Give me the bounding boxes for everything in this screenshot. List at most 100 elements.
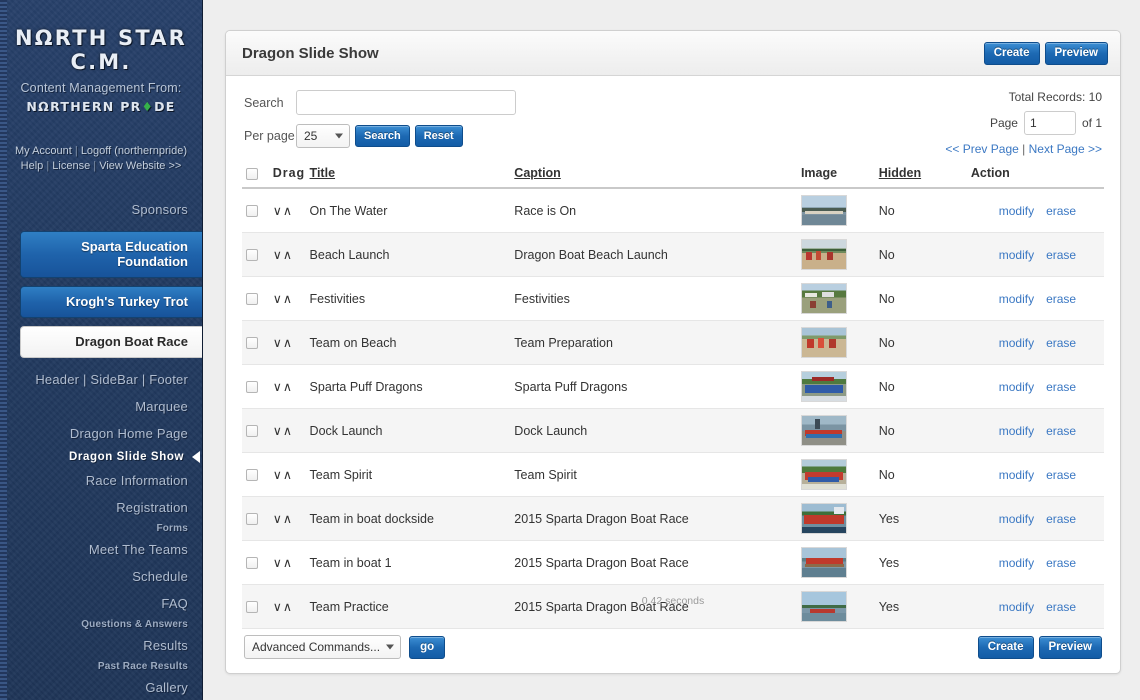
row-checkbox[interactable] <box>246 293 258 306</box>
prev-page-link[interactable]: << Prev Page <box>945 142 1018 156</box>
row-checkbox[interactable] <box>246 205 258 218</box>
preview-button-bottom[interactable]: Preview <box>1038 635 1102 659</box>
row-checkbox[interactable] <box>246 425 258 438</box>
modify-link[interactable]: modify <box>999 248 1034 262</box>
table-row: ∨∧ Dock Launch Dock Launch No modify erase <box>242 408 1104 453</box>
view-website-link[interactable]: View Website >> <box>99 160 181 172</box>
thumbnail-detail <box>833 506 845 514</box>
sidebar-item-label: FAQ <box>161 596 188 611</box>
row-thumbnail[interactable] <box>800 459 847 490</box>
modify-link[interactable]: modify <box>999 292 1034 306</box>
search-button[interactable]: Search <box>355 125 410 147</box>
advanced-commands-select[interactable]: Advanced Commands... <box>244 635 402 659</box>
sidebar-item-questions-answers[interactable]: Questions & Answers <box>0 617 202 632</box>
row-thumbnail[interactable] <box>800 327 847 358</box>
hidden-header-label[interactable]: Hidden <box>879 166 921 180</box>
row-select-cell <box>242 365 273 409</box>
create-button-bottom[interactable]: Create <box>977 635 1034 659</box>
row-checkbox[interactable] <box>246 557 258 570</box>
erase-link[interactable]: erase <box>1046 336 1076 350</box>
link-separator: | <box>74 145 78 157</box>
preview-button-top[interactable]: Preview <box>1044 41 1108 65</box>
reset-button[interactable]: Reset <box>414 125 463 147</box>
erase-link[interactable]: erase <box>1046 248 1076 262</box>
sidebar-item-dragon-slide-show[interactable]: Dragon Slide Show <box>0 447 202 467</box>
row-thumbnail[interactable] <box>800 283 847 314</box>
row-checkbox[interactable] <box>246 337 258 350</box>
logo-brand: NΩRTHERN PR♦DE <box>0 99 202 114</box>
row-select-cell <box>242 409 273 453</box>
drag-handle-icon[interactable]: ∨∧ <box>273 188 310 233</box>
row-checkbox[interactable] <box>246 381 258 394</box>
search-input[interactable] <box>296 90 516 115</box>
row-checkbox[interactable] <box>246 513 258 526</box>
modify-link[interactable]: modify <box>999 556 1034 570</box>
table-row: ∨∧ Beach Launch Dragon Boat Beach Launch No… <box>242 232 1104 277</box>
erase-link[interactable]: erase <box>1046 556 1076 570</box>
sidebar-item-dragon-home-page[interactable]: Dragon Home Page <box>0 420 202 447</box>
sidebar-item-registration[interactable]: Registration <box>0 494 202 521</box>
modify-link[interactable]: modify <box>999 468 1034 482</box>
row-image-cell <box>800 541 879 585</box>
license-link[interactable]: License <box>52 160 90 172</box>
per-page-select[interactable]: 25 <box>296 124 350 148</box>
drag-handle-icon[interactable]: ∨∧ <box>273 409 310 453</box>
row-thumbnail[interactable] <box>800 195 847 226</box>
select-all-checkbox[interactable] <box>246 167 258 180</box>
hidden-header[interactable]: Hidden <box>878 162 971 189</box>
drag-handle-icon[interactable]: ∨∧ <box>273 365 310 409</box>
erase-link[interactable]: erase <box>1046 204 1076 218</box>
sidebar-item-race-information[interactable]: Race Information <box>0 467 202 494</box>
title-header-label[interactable]: Title <box>310 166 335 180</box>
sidebar-item-gallery[interactable]: Gallery <box>0 674 202 700</box>
sidebar-item-marquee[interactable]: Marquee <box>0 393 202 420</box>
drag-handle-icon[interactable]: ∨∧ <box>273 541 310 585</box>
logoff-link[interactable]: Logoff (northernpride) <box>81 145 187 157</box>
sidebar-item-header-sidebar-footer[interactable]: Header | SideBar | Footer <box>0 366 202 393</box>
sidebar-item-forms[interactable]: Forms <box>0 521 202 536</box>
erase-link[interactable]: erase <box>1046 512 1076 526</box>
row-thumbnail[interactable] <box>800 239 847 270</box>
sidebar-item-krogh-s-turkey-trot[interactable]: Krogh's Turkey Trot <box>20 286 202 318</box>
sidebar-item-results[interactable]: Results <box>0 632 202 659</box>
sidebar-item-faq[interactable]: FAQ <box>0 590 202 617</box>
modify-link[interactable]: modify <box>999 336 1034 350</box>
sidebar-item-sparta-education-foundation[interactable]: Sparta Education Foundation <box>20 231 202 278</box>
row-checkbox[interactable] <box>246 249 258 262</box>
row-image-cell <box>800 453 879 497</box>
sidebar-item-schedule[interactable]: Schedule <box>0 563 202 590</box>
help-link[interactable]: Help <box>21 160 44 172</box>
sidebar-item-label: Sponsors <box>131 202 188 217</box>
sidebar-item-sponsors[interactable]: Sponsors <box>0 196 202 223</box>
erase-link[interactable]: erase <box>1046 380 1076 394</box>
drag-handle-icon[interactable]: ∨∧ <box>273 497 310 541</box>
sidebar-item-dragon-boat-race[interactable]: Dragon Boat Race <box>20 326 202 358</box>
row-title: Team in boat dockside <box>309 511 434 526</box>
page-input[interactable] <box>1023 111 1076 135</box>
create-button-top[interactable]: Create <box>983 41 1040 65</box>
drag-handle-icon[interactable]: ∨∧ <box>273 233 310 277</box>
row-checkbox[interactable] <box>246 469 258 482</box>
caption-header[interactable]: Caption <box>514 162 801 189</box>
modify-link[interactable]: modify <box>999 380 1034 394</box>
title-header[interactable]: Title <box>309 162 515 189</box>
row-thumbnail[interactable] <box>800 503 847 534</box>
row-thumbnail[interactable] <box>800 547 847 578</box>
caption-header-label[interactable]: Caption <box>514 166 561 180</box>
modify-link[interactable]: modify <box>999 424 1034 438</box>
modify-link[interactable]: modify <box>999 204 1034 218</box>
sidebar-item-meet-the-teams[interactable]: Meet The Teams <box>0 536 202 563</box>
my-account-link[interactable]: My Account <box>15 145 72 157</box>
erase-link[interactable]: erase <box>1046 468 1076 482</box>
row-thumbnail[interactable] <box>800 371 847 402</box>
erase-link[interactable]: erase <box>1046 424 1076 438</box>
modify-link[interactable]: modify <box>999 512 1034 526</box>
drag-handle-icon[interactable]: ∨∧ <box>273 321 310 365</box>
drag-handle-icon[interactable]: ∨∧ <box>273 277 310 321</box>
row-thumbnail[interactable] <box>800 415 847 446</box>
drag-handle-icon[interactable]: ∨∧ <box>273 453 310 497</box>
erase-link[interactable]: erase <box>1046 292 1076 306</box>
sidebar-item-past-race-results[interactable]: Past Race Results <box>0 659 202 674</box>
next-page-link[interactable]: Next Page >> <box>1029 142 1102 156</box>
go-button[interactable]: go <box>409 635 446 659</box>
